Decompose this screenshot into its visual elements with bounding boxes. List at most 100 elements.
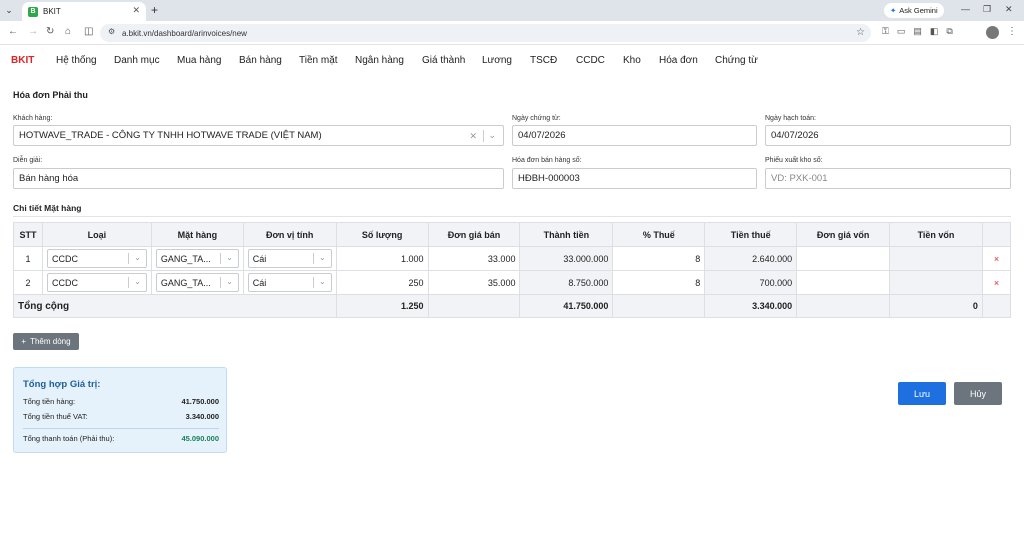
card-icon[interactable]: ▭: [897, 26, 906, 37]
total-empty: [612, 294, 706, 318]
url-text: a.bkit.vn/dashboard/arinvoices/new: [122, 28, 247, 38]
item-value: GANG_TA...: [160, 277, 211, 288]
nav-item-ccdc[interactable]: CCDC: [576, 55, 605, 66]
row-stt: 1: [13, 246, 43, 271]
doc-date-input[interactable]: 04/07/2026: [512, 125, 757, 146]
qty-cell[interactable]: 1.000: [335, 246, 429, 271]
forward-icon[interactable]: →: [28, 26, 38, 37]
tab-title: BKIT: [43, 7, 61, 16]
sidebar-icon[interactable]: ◧: [930, 26, 939, 37]
chevron-down-icon[interactable]: ⌄: [319, 253, 326, 262]
address-bar-row: ← → ↻ ⌂ ◫ ⚙ a.bkit.vn/dashboard/arinvoic…: [0, 21, 1024, 45]
restore-icon[interactable]: ❐: [983, 4, 991, 15]
description-label: Diễn giải:: [13, 157, 43, 164]
qty-cell[interactable]: 250: [335, 270, 429, 295]
delete-row-icon[interactable]: ×: [981, 246, 1012, 271]
summary-total-row: Tổng thanh toán (Phải thu): 45.090.000: [23, 434, 219, 443]
cost-price-cell[interactable]: [796, 246, 891, 271]
amount-cell: 33.000.000: [519, 246, 614, 271]
customer-select[interactable]: HOTWAVE_TRADE - CÔNG TY TNHH HOTWAVE TRA…: [13, 125, 504, 146]
stock-out-input[interactable]: VD: PXK-001: [765, 168, 1011, 189]
browser-tab[interactable]: B BKIT ✕: [22, 2, 146, 21]
nav-item-kho[interactable]: Kho: [623, 55, 641, 66]
post-date-input[interactable]: 04/07/2026: [765, 125, 1011, 146]
unit-select[interactable]: Cái ⌄: [247, 249, 332, 268]
reading-list-icon[interactable]: ▤: [913, 26, 922, 37]
nav-item-tien-mat[interactable]: Tiền mặt: [299, 55, 338, 66]
tab-search-icon[interactable]: ⌄: [2, 3, 16, 17]
nav-item-ban-hang[interactable]: Bán hàng: [239, 55, 282, 66]
cost-price-cell[interactable]: [796, 270, 891, 295]
save-button[interactable]: Lưu: [898, 382, 946, 405]
tax-cell: 2.640.000: [704, 246, 798, 271]
back-icon[interactable]: ←: [8, 26, 18, 37]
summary-vat-label: Tổng tiền thuế VAT:: [23, 412, 88, 421]
summary-goods-label: Tổng tiền hàng:: [23, 397, 76, 406]
chevron-down-icon[interactable]: ⌄: [134, 253, 141, 262]
brand-logo[interactable]: BKIT: [11, 55, 34, 66]
col-qty: Số lượng: [335, 222, 429, 247]
chevron-down-icon[interactable]: ⌄: [488, 130, 496, 141]
type-select[interactable]: CCDC ⌄: [46, 249, 147, 268]
bookmark-star-icon[interactable]: ☆: [856, 27, 865, 38]
chevron-down-icon[interactable]: ⌄: [226, 277, 233, 286]
nav-item-mua-hang[interactable]: Mua hàng: [177, 55, 221, 66]
new-tab-icon[interactable]: +: [151, 3, 158, 17]
extensions-icon[interactable]: ⧉: [946, 26, 952, 37]
home-icon[interactable]: ⌂: [65, 26, 71, 37]
price-cell[interactable]: 35.000: [427, 270, 521, 295]
tax-pct-cell[interactable]: 8: [612, 270, 706, 295]
price-cell[interactable]: 33.000: [427, 246, 521, 271]
total-amount: 41.750.000: [519, 294, 614, 318]
item-select[interactable]: GANG_TA... ⌄: [155, 273, 239, 292]
nav-item-gia-thanh[interactable]: Giá thành: [422, 55, 465, 66]
select-separator: [483, 130, 484, 142]
select-separator: [219, 253, 221, 264]
window-close-icon[interactable]: ✕: [1005, 4, 1013, 15]
add-row-button[interactable]: + Thêm dòng: [13, 333, 79, 350]
item-select[interactable]: GANG_TA... ⌄: [155, 249, 239, 268]
chevron-down-icon[interactable]: ⌄: [319, 277, 326, 286]
nav-item-danh-muc[interactable]: Danh mục: [114, 55, 160, 66]
site-info-icon[interactable]: ⚙: [108, 27, 115, 36]
nav-item-chung-tu[interactable]: Chứng từ: [715, 55, 758, 66]
nav-item-ngan-hang[interactable]: Ngân hàng: [355, 55, 404, 66]
password-icon[interactable]: ⚿: [882, 26, 889, 37]
row-stt: 2: [13, 270, 43, 295]
browser-tab-bar: ⌄ B BKIT ✕ + ✦ Ask Gemini — ❐ ✕: [0, 0, 1024, 21]
col-action: [981, 222, 1012, 247]
tab-close-icon[interactable]: ✕: [132, 5, 140, 16]
nav-item-he-thong[interactable]: Hệ thống: [56, 55, 97, 66]
select-separator: [219, 277, 221, 288]
profile-avatar[interactable]: [986, 26, 999, 39]
cancel-button[interactable]: Hủy: [954, 382, 1002, 405]
clear-icon[interactable]: ✕: [469, 131, 477, 142]
description-input[interactable]: Bán hàng hóa: [13, 168, 504, 189]
minimize-icon[interactable]: —: [961, 4, 970, 14]
nav-item-tscd[interactable]: TSCĐ: [530, 55, 557, 66]
section-divider: [13, 216, 1011, 217]
chevron-down-icon[interactable]: ⌄: [226, 253, 233, 262]
select-separator: [312, 277, 314, 288]
unit-value: Cái: [252, 253, 267, 264]
nav-item-hoa-don[interactable]: Hóa đơn: [659, 55, 698, 66]
customer-label: Khách hàng:: [13, 115, 53, 122]
unit-select[interactable]: Cái ⌄: [247, 273, 332, 292]
tax-pct-cell[interactable]: 8: [612, 246, 706, 271]
ask-gemini-button[interactable]: ✦ Ask Gemini: [884, 3, 944, 18]
type-value: CCDC: [51, 277, 78, 288]
nav-item-luong[interactable]: Lương: [482, 55, 512, 66]
cost-cell: [889, 246, 983, 271]
reload-icon[interactable]: ↻: [46, 26, 54, 37]
chevron-down-icon[interactable]: ⌄: [134, 277, 141, 286]
browser-menu-icon[interactable]: ⋮: [1007, 26, 1017, 37]
type-select[interactable]: CCDC ⌄: [46, 273, 147, 292]
app-top-nav: BKIT Hệ thống Danh mục Mua hàng Bán hàng…: [0, 46, 1024, 76]
col-price: Đơn giá bán: [427, 222, 521, 247]
col-tax: Tiền thuế: [704, 222, 798, 247]
delete-row-icon[interactable]: ×: [981, 270, 1012, 295]
split-view-icon[interactable]: ◫: [84, 26, 93, 37]
ask-gemini-label: Ask Gemini: [899, 6, 938, 15]
invoice-no-input[interactable]: HĐBH-000003: [512, 168, 757, 189]
url-bar[interactable]: ⚙ a.bkit.vn/dashboard/arinvoices/new ☆: [100, 24, 871, 42]
